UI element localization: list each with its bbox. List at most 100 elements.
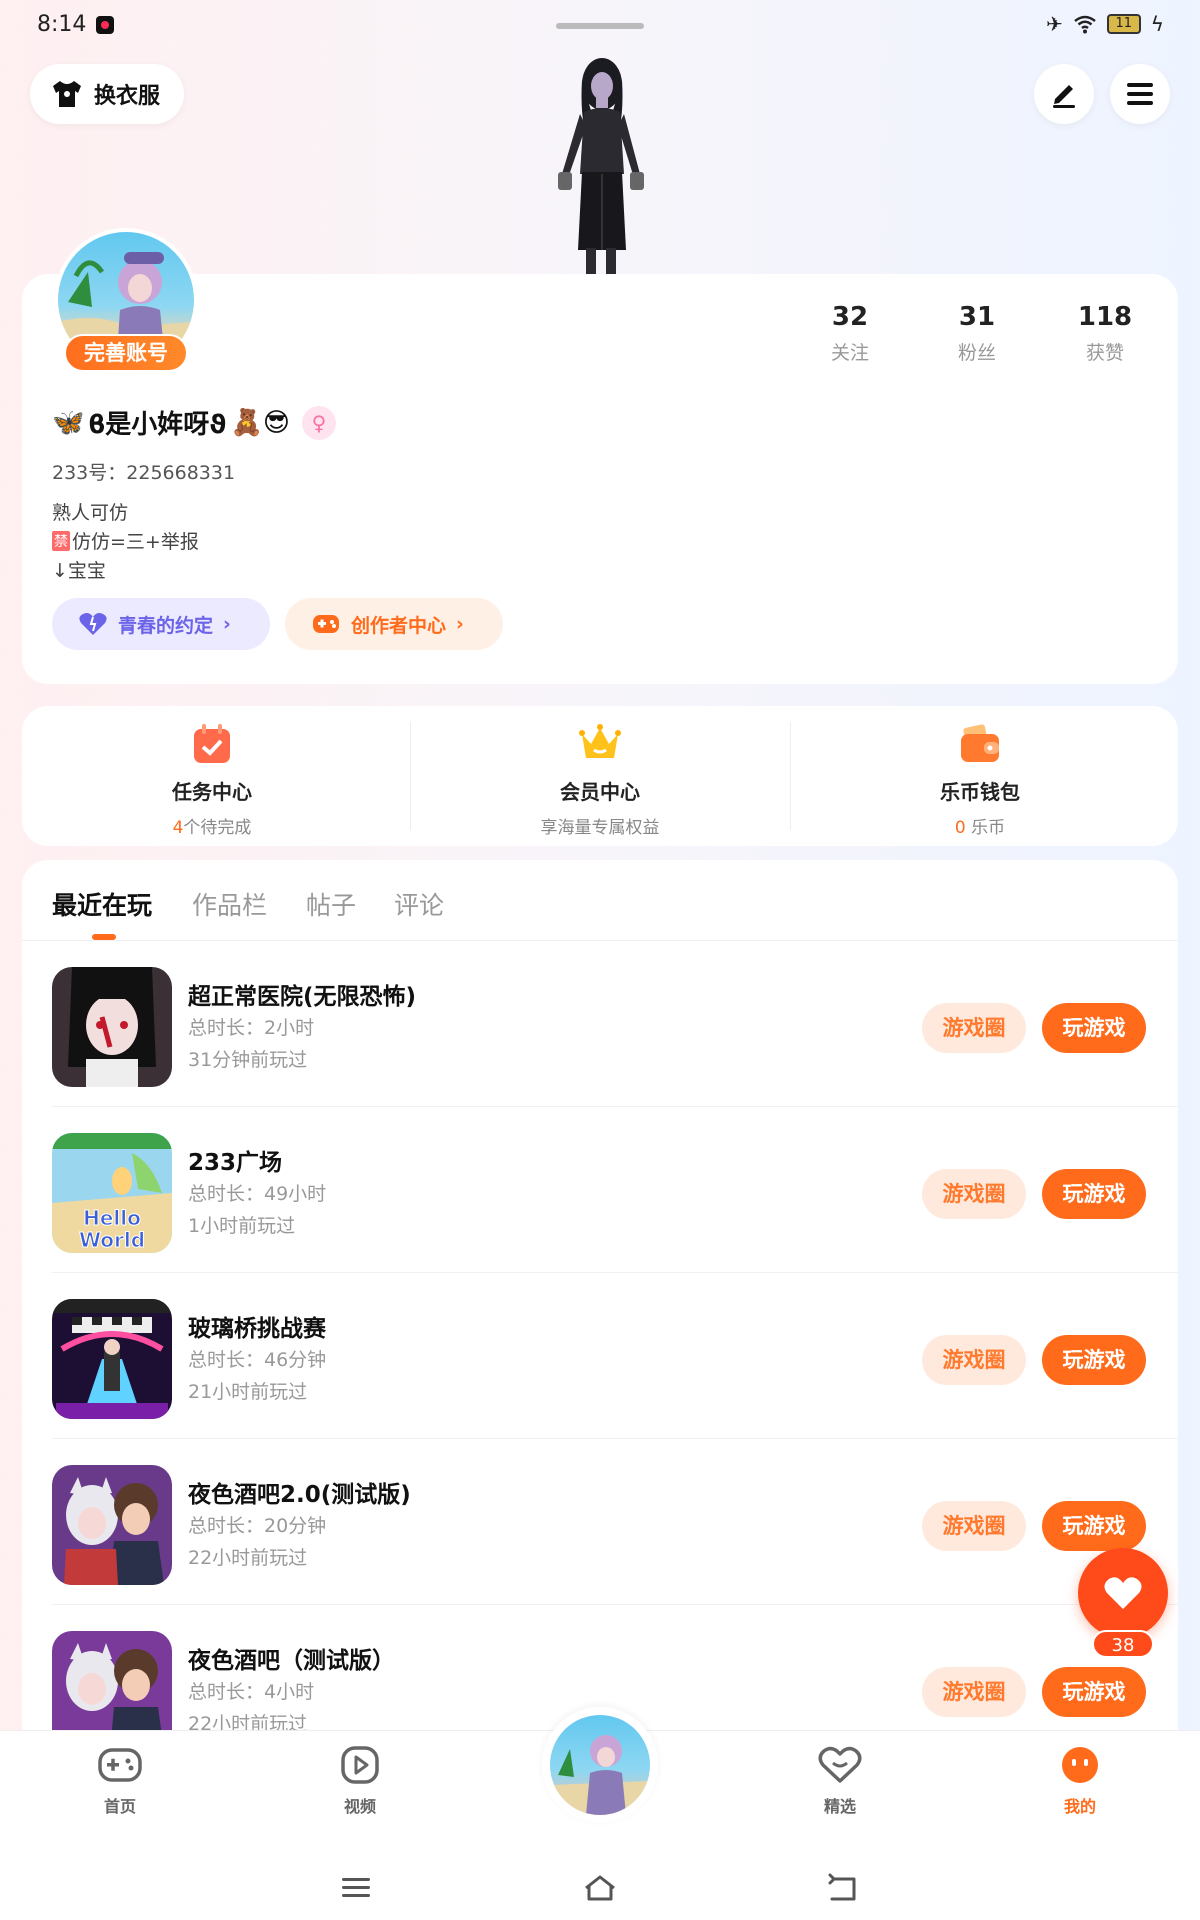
- stat-following-label: 关注: [830, 342, 869, 364]
- game-last-played: 1小时前玩过: [188, 1215, 296, 1237]
- nickname-core: ϐ是小姩呀ϑ: [88, 410, 227, 440]
- nav-mine[interactable]: 我的: [1020, 1745, 1140, 1817]
- nickname-suffix: 🧸😎: [230, 407, 290, 438]
- system-back-icon[interactable]: [824, 1871, 864, 1905]
- stat-likes[interactable]: 118 获赞: [1045, 302, 1165, 365]
- center-avatar-button[interactable]: [542, 1707, 658, 1823]
- game-row[interactable]: Hello World 233广场 总时长：49小时 1小时前玩过 游戏圈 玩游戏: [22, 1107, 1178, 1273]
- female-gender-icon: ♀: [301, 405, 336, 440]
- hello-world-text-2: World: [79, 1228, 145, 1252]
- status-icons: ✈ 11 ϟ: [1046, 12, 1164, 36]
- change-outfit-label: 换衣服: [94, 84, 161, 109]
- task-center[interactable]: 任务中心 4个待完成: [22, 706, 402, 846]
- play-game-button[interactable]: 玩游戏: [1042, 1667, 1146, 1717]
- game-circle-button[interactable]: 游戏圈: [922, 1667, 1026, 1717]
- complete-account-badge[interactable]: 完善账号: [64, 334, 188, 372]
- game-duration: 总时长：4小时: [188, 1681, 315, 1703]
- battery-icon: 11: [1106, 14, 1141, 34]
- coin-balance: 0: [954, 818, 966, 838]
- game-icon[interactable]: Hello World: [52, 1133, 172, 1253]
- bio-line-1: 熟人可仿: [52, 502, 129, 524]
- task-center-sub: 个待完成: [183, 818, 252, 838]
- nav-featured[interactable]: 精选: [780, 1745, 900, 1817]
- play-game-button[interactable]: 玩游戏: [1042, 1003, 1146, 1053]
- tab-recently-played[interactable]: 最近在玩: [52, 886, 152, 922]
- game-duration: 总时长：20分钟: [188, 1515, 327, 1537]
- crown-icon: [579, 724, 621, 758]
- coin-wallet[interactable]: 乐币钱包 0 乐币: [790, 706, 1170, 846]
- play-game-button[interactable]: 玩游戏: [1042, 1501, 1146, 1551]
- heart-icon: [79, 613, 107, 635]
- member-center-sub: 享海量专属权益: [540, 818, 660, 838]
- like-count-badge: 38: [1092, 1630, 1154, 1658]
- wallet-icon: [961, 724, 999, 762]
- member-center[interactable]: 会员中心 享海量专属权益: [410, 706, 790, 846]
- play-game-button[interactable]: 玩游戏: [1042, 1169, 1146, 1219]
- game-title: 超正常医院(无限恐怖): [188, 984, 417, 1010]
- play-game-button[interactable]: 玩游戏: [1042, 1335, 1146, 1385]
- airplane-icon: ✈: [1046, 12, 1063, 36]
- stat-followers-label: 粉丝: [957, 342, 996, 364]
- game-title: 夜色酒吧2.0(测试版): [188, 1482, 411, 1508]
- coin-wallet-title: 乐币钱包: [940, 780, 1020, 804]
- game-icon[interactable]: [52, 967, 172, 1087]
- services-card: 任务中心 4个待完成 会员中心 享海量专属权益 乐币钱包 0 乐币: [22, 706, 1178, 846]
- game-circle-button[interactable]: 游戏圈: [922, 1335, 1026, 1385]
- calendar-check-icon: [194, 724, 230, 763]
- game-row[interactable]: 夜色酒吧2.0(测试版) 总时长：20分钟 22小时前玩过 游戏圈 玩游戏: [22, 1439, 1178, 1605]
- hello-world-text-1: Hello: [83, 1206, 141, 1230]
- game-circle-button[interactable]: 游戏圈: [922, 1169, 1026, 1219]
- change-outfit-button[interactable]: 换衣服: [30, 64, 184, 124]
- bottom-nav: 首页 视频 精选 我的: [0, 1707, 1200, 1920]
- tab-comments[interactable]: 评论: [394, 886, 444, 922]
- bio-line-2: 禁仿仿=三+举报: [52, 527, 199, 554]
- drag-handle[interactable]: [556, 23, 644, 29]
- coin-wallet-sub: 乐币: [971, 818, 1006, 838]
- nav-video[interactable]: 视频: [300, 1745, 420, 1817]
- game-duration: 总时长：46分钟: [188, 1349, 327, 1371]
- game-last-played: 22小时前玩过: [188, 1547, 308, 1569]
- tab-posts[interactable]: 帖子: [306, 886, 356, 922]
- gamepad-icon: [313, 615, 339, 633]
- screen-record-icon: [96, 16, 114, 34]
- charging-icon: ϟ: [1150, 12, 1164, 36]
- nav-home[interactable]: 首页: [60, 1745, 180, 1817]
- edit-profile-button[interactable]: [1034, 64, 1094, 124]
- system-menu-icon[interactable]: [336, 1871, 376, 1905]
- like-button[interactable]: [1078, 1548, 1168, 1638]
- member-center-title: 会员中心: [560, 780, 640, 804]
- stat-followers[interactable]: 31 粉丝: [917, 302, 1037, 365]
- game-circle-button[interactable]: 游戏圈: [922, 1003, 1026, 1053]
- game-row[interactable]: 玻璃桥挑战赛 总时长：46分钟 21小时前玩过 游戏圈 玩游戏: [22, 1273, 1178, 1439]
- face-icon: [1062, 1747, 1098, 1783]
- task-count: 4: [172, 818, 184, 838]
- creator-center-button[interactable]: 创作者中心 ›: [285, 598, 503, 650]
- stat-likes-num: 118: [1077, 302, 1133, 332]
- menu-icon: [1127, 83, 1153, 105]
- wifi-icon: [1074, 15, 1096, 34]
- youth-pact-button[interactable]: 青春的约定 ›: [52, 598, 270, 650]
- ban-tag: 禁: [52, 531, 70, 551]
- task-center-title: 任务中心: [172, 780, 252, 804]
- avatar-3d-figure[interactable]: [540, 54, 660, 274]
- heart-outline-icon: [818, 1746, 862, 1783]
- game-icon[interactable]: [52, 1299, 172, 1419]
- nav-featured-label: 精选: [823, 1797, 856, 1816]
- heart-icon: [1104, 1577, 1142, 1609]
- game-circle-button[interactable]: 游戏圈: [922, 1501, 1026, 1551]
- stat-following-num: 32: [831, 302, 869, 332]
- bio-line-3: ↓宝宝: [52, 560, 106, 582]
- game-icon[interactable]: [52, 1465, 172, 1585]
- status-time: 8:14: [37, 12, 87, 37]
- youth-pact-label: 青春的约定: [118, 614, 214, 637]
- user-id: 233号：225668331: [52, 462, 236, 484]
- system-home-icon[interactable]: [580, 1871, 620, 1905]
- tab-works[interactable]: 作品栏: [192, 886, 267, 922]
- shirt-icon: [53, 81, 81, 107]
- menu-button[interactable]: [1110, 64, 1170, 124]
- stat-following[interactable]: 32 关注: [790, 302, 910, 365]
- game-row[interactable]: 超正常医院(无限恐怖) 总时长：2小时 31分钟前玩过 游戏圈 玩游戏: [22, 941, 1178, 1107]
- pen-icon: [1053, 85, 1075, 108]
- game-title: 夜色酒吧（测试版）: [188, 1648, 395, 1674]
- chevron-right-icon: ›: [456, 613, 464, 635]
